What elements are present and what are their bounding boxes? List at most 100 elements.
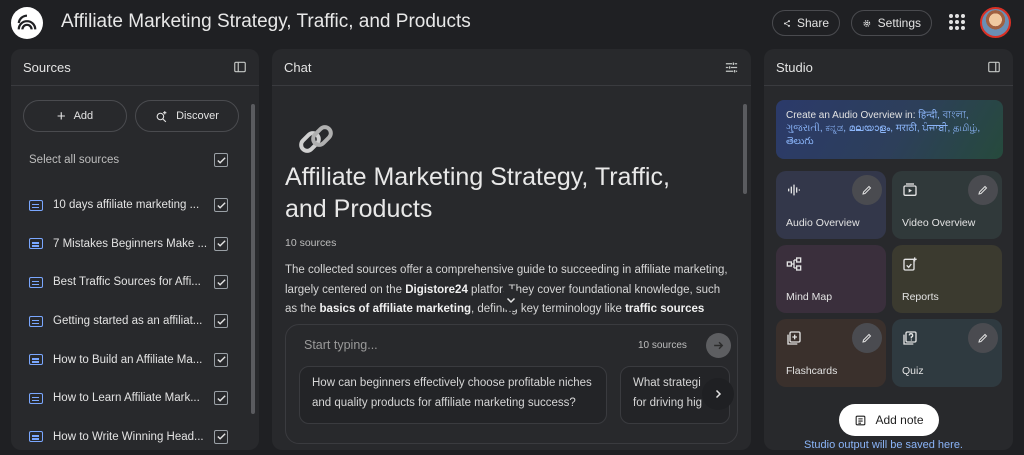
sources-title: Sources <box>23 59 71 75</box>
gear-icon <box>863 19 871 27</box>
settings-button[interactable]: Settings <box>851 10 932 36</box>
edit-button[interactable] <box>968 175 998 205</box>
source-checkbox[interactable] <box>214 236 228 251</box>
add-note-button[interactable]: Add note <box>839 404 939 436</box>
document-icon <box>29 276 43 288</box>
chat-input[interactable]: Start typing... <box>304 338 378 352</box>
video-overview-card[interactable]: Video Overview <box>892 171 1002 239</box>
avatar[interactable] <box>980 7 1011 38</box>
audio-wave-icon <box>788 184 800 196</box>
next-suggestions-button[interactable] <box>702 378 734 410</box>
card-label: Reports <box>902 291 939 303</box>
summary-bold-3: traffic sources <box>625 303 705 315</box>
card-label: Audio Overview <box>786 217 860 229</box>
discover-button[interactable]: Discover <box>135 100 239 132</box>
summary-bold-1: Digistore24 <box>405 283 468 296</box>
source-label: Getting started as an affiliat... <box>53 315 203 328</box>
chat-scrollbar[interactable] <box>743 104 747 194</box>
list-item[interactable]: How to Write Winning Head... <box>29 418 228 450</box>
scroll-down-button[interactable] <box>500 289 522 311</box>
edit-button[interactable] <box>968 323 998 353</box>
app-header: Affiliate Marketing Strategy, Traffic, a… <box>0 0 1024 46</box>
select-all-label: Select all sources <box>29 154 120 166</box>
quiz-card[interactable]: Quiz <box>892 319 1002 387</box>
sources-scrollbar[interactable] <box>251 104 255 414</box>
source-checkbox[interactable] <box>214 391 228 406</box>
note-icon <box>856 415 866 425</box>
add-source-button[interactable]: + Add <box>23 100 127 132</box>
audio-overview-card[interactable]: Audio Overview <box>776 171 886 239</box>
list-item[interactable]: 7 Mistakes Beginners Make ... <box>29 225 228 264</box>
list-item[interactable]: 10 days affiliate marketing ... <box>29 186 228 225</box>
collapse-panel-icon[interactable] <box>233 60 247 74</box>
card-label: Video Overview <box>902 217 976 229</box>
audio-language-banner[interactable]: Create an Audio Overview in: हिन्दी, বাং… <box>776 100 1003 159</box>
pencil-icon <box>978 185 988 195</box>
discover-label: Discover <box>176 110 219 122</box>
pencil-icon <box>978 333 988 343</box>
tune-icon[interactable] <box>724 60 739 75</box>
select-all-row[interactable]: Select all sources <box>29 153 228 167</box>
source-list: 10 days affiliate marketing ... 7 Mistak… <box>29 186 228 450</box>
source-label: Best Traffic Sources for Affi... <box>53 276 201 289</box>
apps-grid-icon[interactable] <box>949 14 965 30</box>
sources-panel: Sources + Add Discover Select all source… <box>11 49 259 450</box>
source-count: 10 sources <box>285 237 337 249</box>
add-label: Add <box>73 110 94 122</box>
collapse-panel-icon[interactable] <box>987 60 1001 74</box>
studio-footer-text: Studio output will be saved here. <box>804 439 963 450</box>
mind-map-card[interactable]: Mind Map <box>776 245 886 313</box>
arrow-right-icon <box>714 341 724 350</box>
sources-header: Sources <box>11 49 259 86</box>
share-button[interactable]: Share <box>772 10 840 36</box>
source-label: How to Write Winning Head... <box>53 430 204 443</box>
send-button[interactable] <box>706 333 731 358</box>
edit-button[interactable] <box>852 323 882 353</box>
flashcards-card[interactable]: Flashcards <box>776 319 886 387</box>
chat-panel: Chat Affiliate Marketing Strategy, Traff… <box>272 49 751 450</box>
chat-composer: Start typing... 10 sources How can begin… <box>285 324 738 444</box>
chevron-down-icon <box>506 297 516 304</box>
list-item[interactable]: Best Traffic Sources for Affi... <box>29 263 228 302</box>
card-label: Mind Map <box>786 291 833 303</box>
reports-card[interactable]: Reports <box>892 245 1002 313</box>
share-label: Share <box>796 16 829 30</box>
source-checkbox[interactable] <box>214 275 228 290</box>
document-icon <box>29 431 43 443</box>
source-label: 10 days affiliate marketing ... <box>53 199 200 212</box>
plus-icon: + <box>56 107 66 125</box>
card-label: Flashcards <box>786 365 838 377</box>
quiz-icon <box>903 331 917 345</box>
edit-button[interactable] <box>852 175 882 205</box>
composer-source-count: 10 sources <box>638 340 687 351</box>
pencil-icon <box>862 185 872 195</box>
notebook-heading: Affiliate Marketing Strategy, Traffic, a… <box>285 163 670 223</box>
pencil-icon <box>862 333 872 343</box>
source-checkbox[interactable] <box>214 352 228 367</box>
chat-header: Chat <box>272 49 751 86</box>
card-label: Quiz <box>902 365 924 377</box>
summary-bold-2: basics of affiliate marketing <box>319 303 471 315</box>
notebooklm-logo-icon[interactable] <box>11 7 43 39</box>
audio-prompt: Create an Audio Overview in: <box>786 110 916 121</box>
studio-panel: Studio Create an Audio Overview in: हिन्… <box>764 49 1013 450</box>
list-item[interactable]: How to Build an Affiliate Ma... <box>29 340 228 379</box>
settings-label: Settings <box>877 16 921 30</box>
studio-header: Studio <box>764 49 1013 86</box>
source-checkbox[interactable] <box>214 429 228 444</box>
list-item[interactable]: Getting started as an affiliat... <box>29 302 228 341</box>
source-checkbox[interactable] <box>214 314 228 329</box>
select-all-checkbox[interactable] <box>214 153 228 167</box>
notebook-title[interactable]: Affiliate Marketing Strategy, Traffic, a… <box>61 11 471 33</box>
suggestion-chip[interactable]: How can beginners effectively choose pro… <box>299 366 607 424</box>
source-checkbox[interactable] <box>214 198 228 213</box>
share-icon <box>783 19 790 27</box>
document-icon <box>29 354 43 366</box>
mind-map-icon <box>786 257 802 271</box>
document-icon <box>29 392 43 404</box>
source-label: How to Build an Affiliate Ma... <box>53 353 203 366</box>
document-icon <box>29 315 43 327</box>
list-item[interactable]: How to Learn Affiliate Mark... <box>29 379 228 418</box>
discover-search-icon <box>156 110 167 122</box>
summary-text-2: platfor <box>467 283 503 296</box>
